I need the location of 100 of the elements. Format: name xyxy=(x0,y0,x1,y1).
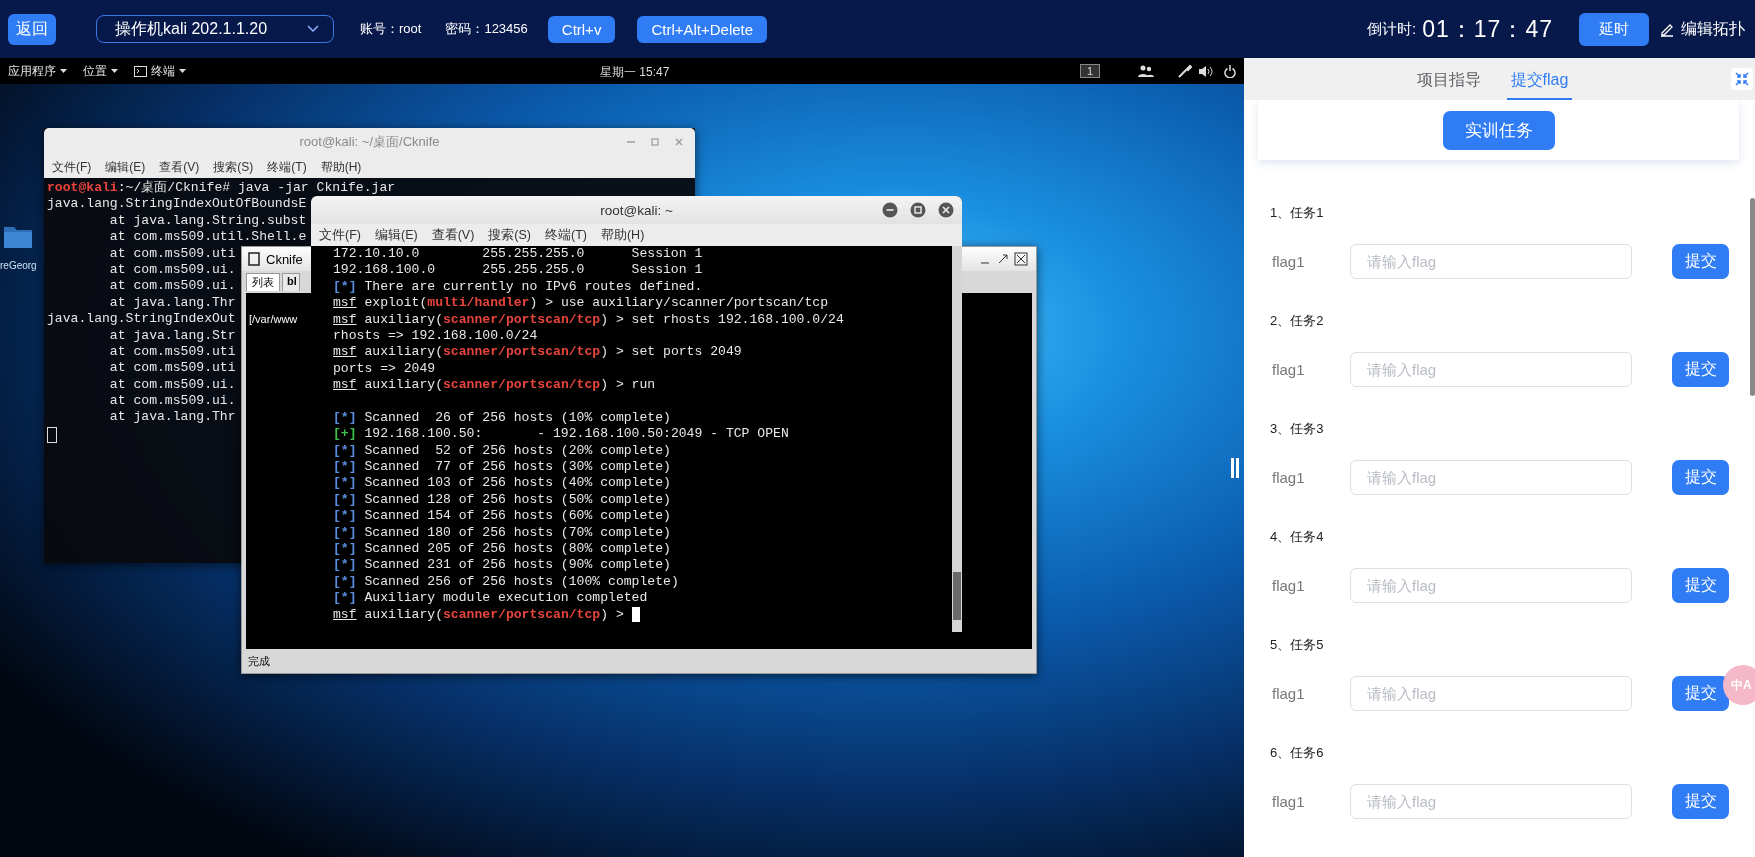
submit-button[interactable]: 提交 xyxy=(1672,568,1729,603)
delay-button[interactable]: 延时 xyxy=(1579,12,1649,46)
menu-item[interactable]: 帮助(H) xyxy=(600,226,645,244)
terminal-line: 192.168.100.0 255.255.255.0 Session 1 xyxy=(333,262,703,279)
terminal-line: at java.lang.Thr xyxy=(108,294,236,312)
flag-input-field[interactable]: 请输入flag xyxy=(1350,676,1632,711)
window-title: root@kali: ~/桌面/Cknife xyxy=(299,133,440,151)
minimize-icon[interactable] xyxy=(882,202,898,218)
edit-topology-link[interactable]: 编辑拓扑 xyxy=(1681,18,1745,40)
terminal-line: java.lang.StringIndexOutOfBoundsE xyxy=(47,196,307,213)
menu-item[interactable]: 编辑(E) xyxy=(374,226,418,244)
wrench-icon xyxy=(1178,64,1192,78)
status-text: 完成 xyxy=(248,653,270,669)
path-text: [/var/www xyxy=(249,313,298,325)
terminal-line: [*] Auxiliary module execution completed xyxy=(333,590,648,607)
terminal-line: [*] Scanned 77 of 256 hosts (30% complete) xyxy=(333,459,671,476)
maximize-icon[interactable] xyxy=(910,202,926,218)
submit-button[interactable]: 提交 xyxy=(1672,784,1729,819)
terminal-line: [*] Scanned 256 of 256 hosts (100% complete) xyxy=(333,573,679,591)
menu-item[interactable]: 搜索(S) xyxy=(213,158,254,176)
close-icon[interactable] xyxy=(938,202,954,218)
menu-item[interactable]: 编辑(E) xyxy=(105,158,146,176)
submit-button[interactable]: 提交 xyxy=(1672,352,1729,387)
close-icon[interactable] xyxy=(1014,252,1028,266)
terminal-line: at com.ms509.ui. xyxy=(108,261,236,279)
terminal-line: [*] Scanned 26 of 256 hosts (10% complete) xyxy=(333,409,671,427)
terminal-line: at com.ms509.uti xyxy=(108,245,236,262)
terminal-line: at com.ms509.ui. xyxy=(108,376,236,394)
splitter-handle-icon[interactable] xyxy=(1231,458,1239,478)
flag-input-field[interactable]: 请输入flag xyxy=(1350,460,1632,495)
terminal-line: rhosts => 192.168.100.0/24 xyxy=(333,327,538,345)
tab[interactable]: 列表 xyxy=(246,273,280,291)
terminal-icon xyxy=(134,65,147,77)
field-label: flag1 xyxy=(1271,469,1306,486)
tab[interactable]: bl xyxy=(282,273,300,291)
task-title: 4、任务4 xyxy=(1270,528,1325,546)
countdown-label: 倒计时: xyxy=(1367,19,1417,39)
terminal-line: [+] 192.168.100.50: - 192.168.100.50:2049 - TCP OPEN xyxy=(333,426,789,443)
submit-button[interactable]: 提交 xyxy=(1672,244,1729,279)
menu-item[interactable]: 搜索(S) xyxy=(488,226,531,244)
field-label: flag1 xyxy=(1271,685,1306,702)
terminal-line: [*] There are currently no IPv6 routes defined. xyxy=(333,278,703,296)
caret-down-icon xyxy=(111,69,118,73)
terminal-line: java.lang.StringIndexOut xyxy=(47,311,236,328)
panel-menu[interactable]: 应用程序 xyxy=(8,62,67,80)
key-combo-button[interactable]: Ctrl+v xyxy=(547,15,616,43)
terminal-line: [*] Scanned 205 of 256 hosts (80% complete) xyxy=(333,541,671,558)
terminal-line: [*] Scanned 154 of 256 hosts (60% complete) xyxy=(333,508,671,525)
menu-item[interactable]: 文件(F) xyxy=(52,158,92,176)
terminal-line: [*] Scanned 231 of 256 hosts (90% complete) xyxy=(333,557,671,574)
task-title: 6、任务6 xyxy=(1270,744,1325,762)
terminal-line: at com.ms509.util.Shell.e xyxy=(108,229,307,246)
scrollbar[interactable] xyxy=(1750,198,1755,396)
desktop-icon-label[interactable]: reGeorg xyxy=(0,260,37,271)
window-icon xyxy=(248,252,260,266)
workspace-indicator[interactable]: 1 xyxy=(1079,64,1100,78)
flag-input-field[interactable]: 请输入flag xyxy=(1350,784,1632,819)
caret-down-icon xyxy=(179,69,186,73)
panel-menu[interactable]: 终端 xyxy=(134,62,186,80)
terminal-line: msf auxiliary(scanner/portscan/tcp) > run xyxy=(333,377,656,394)
folder-icon xyxy=(4,224,32,248)
back-button[interactable]: 返回 xyxy=(8,13,56,45)
menu-item[interactable]: 终端(T) xyxy=(267,158,307,176)
countdown-timer: 01：17：47 xyxy=(1422,14,1553,44)
scrollbar[interactable] xyxy=(952,246,962,632)
terminal-line: [*] Scanned 180 of 256 hosts (70% complete) xyxy=(333,524,671,542)
terminal-line: [*] Scanned 103 of 256 hosts (40% complete) xyxy=(333,475,671,492)
training-task-button[interactable]: 实训任务 xyxy=(1442,110,1555,150)
restore-icon[interactable] xyxy=(996,252,1010,266)
power-icon xyxy=(1224,64,1236,78)
window-title: Cknife xyxy=(266,251,303,267)
window-title: root@kali: ~ xyxy=(600,202,673,218)
volume-icon xyxy=(1198,64,1214,78)
terminal-line: [*] Scanned 52 of 256 hosts (20% complete) xyxy=(333,442,671,460)
collapse-icon[interactable] xyxy=(1731,68,1753,90)
menu-item[interactable]: 帮助(H) xyxy=(320,158,362,176)
task-title: 3、任务3 xyxy=(1270,420,1325,438)
menu-item[interactable]: 终端(T) xyxy=(545,226,587,244)
key-combo-button[interactable]: Ctrl+Alt+Delete xyxy=(637,15,768,43)
terminal-line: ports => 2049 xyxy=(333,360,436,378)
chevron-down-icon xyxy=(307,25,319,33)
terminal-line: 172.10.10.0 255.255.255.0 Session 1 xyxy=(333,246,703,263)
submit-button[interactable]: 提交 xyxy=(1672,460,1729,495)
menu-item[interactable]: 文件(F) xyxy=(319,226,361,244)
account-text: 账号：root xyxy=(360,20,422,38)
menu-item[interactable]: 查看(V) xyxy=(431,226,475,244)
field-label: flag1 xyxy=(1271,361,1306,378)
terminal-line: msf auxiliary(scanner/portscan/tcp) > set rhosts 192.168.100.0/24 xyxy=(333,311,844,328)
terminal-line: at java.lang.String.subst xyxy=(108,212,307,230)
machine-select[interactable]: 操作机kali 202.1.1.20 xyxy=(96,15,334,43)
flag-input-field[interactable]: 请输入flag xyxy=(1350,568,1632,603)
flag-input-field[interactable]: 请输入flag xyxy=(1350,352,1632,387)
terminal-line: at com.ms509.uti xyxy=(108,360,236,377)
menu-item[interactable]: 查看(V) xyxy=(159,158,200,176)
flag-input-field[interactable]: 请输入flag xyxy=(1350,244,1632,279)
submit-button[interactable]: 提交 xyxy=(1672,676,1729,711)
tab[interactable]: 项目指导 xyxy=(1412,70,1485,100)
panel-menu[interactable]: 位置 xyxy=(83,62,118,80)
terminal-line: root@kali:~/桌面/Cknife# java -jar Cknife.jar xyxy=(47,180,396,197)
task-title: 2、任务2 xyxy=(1270,312,1325,330)
